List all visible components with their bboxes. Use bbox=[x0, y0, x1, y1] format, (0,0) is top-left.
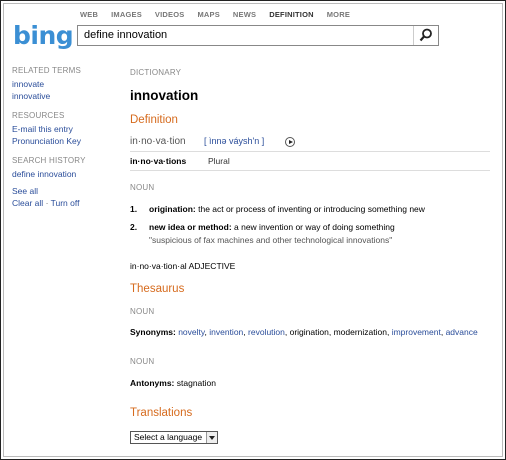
sense-number: 2. bbox=[130, 222, 138, 232]
plural-label: Plural bbox=[208, 156, 230, 166]
sense-term: origination: bbox=[149, 204, 196, 214]
search-box bbox=[77, 25, 439, 46]
noun-label: NOUN bbox=[130, 307, 155, 316]
synonyms-row: Synonyms: novelty, invention, revolution… bbox=[130, 327, 478, 337]
antonyms-row: Antonyms: stagnation bbox=[130, 378, 216, 388]
chevron-down-icon[interactable] bbox=[206, 432, 217, 443]
plural-word: in·no·va·tions bbox=[130, 156, 187, 166]
top-nav: WEB IMAGES VIDEOS MAPS NEWS DEFINITION M… bbox=[80, 10, 363, 19]
derived-form: in·no·va·tion·al ADJECTIVE bbox=[130, 261, 236, 271]
related-link-innovative[interactable]: innovative bbox=[12, 90, 117, 102]
see-all-link[interactable]: See all bbox=[12, 185, 117, 197]
example-sentence: "suspicious of fax machines and other te… bbox=[149, 235, 393, 245]
nav-definition[interactable]: DEFINITION bbox=[269, 10, 314, 19]
headword: innovation bbox=[130, 88, 199, 103]
nav-news[interactable]: NEWS bbox=[233, 10, 256, 19]
play-audio-icon[interactable] bbox=[285, 137, 295, 147]
sense-term: new idea or method: bbox=[149, 222, 232, 232]
nav-videos[interactable]: VIDEOS bbox=[155, 10, 185, 19]
synonym-link[interactable]: novelty bbox=[178, 327, 204, 337]
nav-web[interactable]: WEB bbox=[80, 10, 98, 19]
clear-all-link[interactable]: Clear all bbox=[12, 198, 43, 208]
pronunciation: [ ìnnə váysh'n ] bbox=[204, 136, 265, 146]
divider bbox=[130, 151, 490, 152]
antonym-word: stagnation bbox=[176, 378, 216, 388]
bing-logo[interactable]: bing bbox=[13, 21, 74, 50]
email-entry-link[interactable]: E-mail this entry bbox=[12, 123, 117, 135]
thesaurus-heading: Thesaurus bbox=[130, 283, 185, 295]
nav-images[interactable]: IMAGES bbox=[111, 10, 142, 19]
link-separator: · bbox=[45, 198, 49, 208]
synonyms-label: Synonyms: bbox=[130, 327, 176, 337]
synonym-word: modernization bbox=[333, 327, 387, 337]
resources-heading: RESOURCES bbox=[12, 111, 65, 120]
definition-heading: Definition bbox=[130, 114, 178, 126]
magnifier-icon bbox=[419, 28, 432, 42]
turn-off-link[interactable]: Turn off bbox=[51, 198, 80, 208]
history-item-link[interactable]: define innovation bbox=[12, 168, 117, 180]
synonym-word: origination bbox=[289, 327, 329, 337]
noun-label: NOUN bbox=[130, 183, 155, 192]
sense-number: 1. bbox=[130, 204, 138, 214]
antonyms-label: Antonyms: bbox=[130, 378, 175, 388]
related-terms-heading: RELATED TERMS bbox=[12, 66, 81, 75]
sense-text: the act or process of inventing or intro… bbox=[195, 204, 425, 214]
translations-heading: Translations bbox=[130, 407, 193, 419]
synonym-link[interactable]: advance bbox=[446, 327, 478, 337]
noun-label: NOUN bbox=[130, 357, 155, 366]
language-select[interactable]: Select a language bbox=[130, 431, 218, 444]
syllables: in·no·va·tion bbox=[130, 136, 186, 147]
synonym-link[interactable]: improvement bbox=[392, 327, 441, 337]
plural-row: in·no·va·tions Plural bbox=[130, 156, 230, 166]
synonym-link[interactable]: invention bbox=[209, 327, 243, 337]
related-link-innovate[interactable]: innovate bbox=[12, 78, 117, 90]
pronunciation-row: in·no·va·tion [ ìnnə váysh'n ] bbox=[130, 136, 486, 150]
divider bbox=[130, 170, 490, 171]
nav-maps[interactable]: MAPS bbox=[197, 10, 219, 19]
synonym-link[interactable]: revolution bbox=[248, 327, 285, 337]
dictionary-label: DICTIONARY bbox=[130, 68, 182, 77]
sense-text: a new invention or way of doing somethin… bbox=[231, 222, 395, 232]
language-select-value: Select a language bbox=[134, 432, 203, 442]
pronunciation-key-link[interactable]: Pronunciation Key bbox=[12, 135, 117, 147]
nav-more[interactable]: MORE bbox=[327, 10, 350, 19]
search-input[interactable] bbox=[84, 26, 404, 45]
sidebar: RELATED TERMS innovate innovative RESOUR… bbox=[12, 66, 117, 209]
search-button[interactable] bbox=[413, 26, 438, 45]
search-history-heading: SEARCH HISTORY bbox=[12, 156, 86, 165]
